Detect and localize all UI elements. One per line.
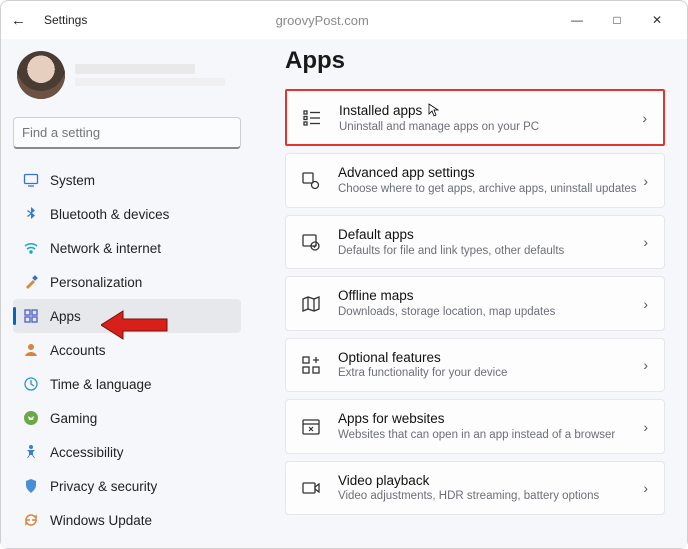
sidebar-item-personalization[interactable]: Personalization [13, 265, 241, 299]
sidebar-item-gaming[interactable]: Gaming [13, 401, 241, 435]
list-icon [301, 107, 323, 129]
sidebar-item-bluetooth[interactable]: Bluetooth & devices [13, 197, 241, 231]
card-title: Installed apps [339, 101, 640, 120]
sidebar-item-windows-update[interactable]: Windows Update [13, 503, 241, 537]
chevron-right-icon: › [641, 296, 650, 312]
card-advanced-app-settings[interactable]: Advanced app settings Choose where to ge… [285, 153, 665, 207]
card-installed-apps[interactable]: Installed apps Uninstall and manage apps… [285, 89, 665, 146]
window-title: Settings [44, 13, 87, 27]
close-button[interactable]: ✕ [637, 5, 677, 35]
minimize-button[interactable]: — [557, 5, 597, 35]
sidebar-item-apps[interactable]: Apps [13, 299, 241, 333]
chevron-right-icon: › [641, 419, 650, 435]
person-icon [23, 342, 39, 358]
maximize-button[interactable]: □ [597, 5, 637, 35]
card-optional-features[interactable]: Optional features Extra functionality fo… [285, 338, 665, 392]
sidebar-item-label: System [50, 173, 95, 188]
card-video-playback[interactable]: Video playback Video adjustments, HDR st… [285, 461, 665, 515]
card-title: Advanced app settings [338, 164, 641, 182]
card-desc: Defaults for file and link types, other … [338, 244, 641, 259]
app-gear-icon [300, 170, 322, 192]
back-button[interactable]: ← [11, 12, 26, 29]
card-title: Default apps [338, 226, 641, 244]
sidebar-item-privacy-security[interactable]: Privacy & security [13, 469, 241, 503]
user-name-redacted [75, 64, 195, 74]
card-apps-for-websites[interactable]: Apps for websites Websites that can open… [285, 399, 665, 453]
sidebar-item-label: Network & internet [50, 241, 161, 256]
bluetooth-icon [23, 206, 39, 222]
default-apps-icon [300, 231, 322, 253]
apps-icon [23, 308, 39, 324]
search-box[interactable] [13, 117, 241, 149]
chevron-right-icon: › [641, 357, 650, 373]
sidebar-item-label: Privacy & security [50, 479, 157, 494]
accessibility-icon [23, 444, 39, 460]
sidebar-item-network[interactable]: Network & internet [13, 231, 241, 265]
card-desc: Extra functionality for your device [338, 366, 641, 381]
card-default-apps[interactable]: Default apps Defaults for file and link … [285, 215, 665, 269]
map-icon [300, 293, 322, 315]
card-desc: Downloads, storage location, map updates [338, 305, 641, 320]
sidebar-item-accessibility[interactable]: Accessibility [13, 435, 241, 469]
sidebar-item-label: Accounts [50, 343, 106, 358]
user-profile[interactable] [13, 47, 241, 111]
sidebar-item-accounts[interactable]: Accounts [13, 333, 241, 367]
chevron-right-icon: › [641, 234, 650, 250]
sidebar-item-label: Personalization [50, 275, 142, 290]
chevron-right-icon: › [641, 480, 650, 496]
wifi-icon [23, 240, 39, 256]
card-desc: Video adjustments, HDR streaming, batter… [338, 489, 641, 504]
sidebar-item-time-language[interactable]: Time & language [13, 367, 241, 401]
card-title: Offline maps [338, 287, 641, 305]
sidebar-item-label: Gaming [50, 411, 97, 426]
sidebar-item-label: Apps [50, 309, 81, 324]
card-title: Apps for websites [338, 410, 641, 428]
sidebar-item-system[interactable]: System [13, 163, 241, 197]
gaming-icon [23, 410, 39, 426]
sidebar: System Bluetooth & devices Network & int… [1, 39, 249, 548]
card-title: Video playback [338, 472, 641, 490]
chevron-right-icon: › [641, 173, 650, 189]
sidebar-item-label: Accessibility [50, 445, 124, 460]
sidebar-item-label: Bluetooth & devices [50, 207, 169, 222]
user-email-redacted [75, 78, 225, 86]
paintbrush-icon [23, 274, 39, 290]
update-icon [23, 512, 39, 528]
page-title: Apps [285, 47, 665, 75]
titlebar: ← Settings groovyPost.com — □ ✕ [1, 1, 687, 39]
sidebar-item-label: Time & language [50, 377, 152, 392]
search-input[interactable] [22, 125, 232, 140]
card-desc: Choose where to get apps, archive apps, … [338, 182, 641, 197]
watermark: groovyPost.com [87, 13, 557, 28]
card-offline-maps[interactable]: Offline maps Downloads, storage location… [285, 276, 665, 330]
sidebar-item-label: Windows Update [50, 513, 152, 528]
system-icon [23, 172, 39, 188]
plus-grid-icon [300, 354, 322, 376]
card-desc: Uninstall and manage apps on your PC [339, 120, 640, 135]
video-icon [300, 477, 322, 499]
card-title: Optional features [338, 349, 641, 367]
clock-globe-icon [23, 376, 39, 392]
main-panel: Apps Installed apps Uninstall and manage… [249, 39, 687, 548]
avatar [17, 51, 65, 99]
shield-icon [23, 478, 39, 494]
chevron-right-icon: › [640, 110, 649, 126]
mouse-cursor-icon [428, 103, 440, 122]
card-desc: Websites that can open in an app instead… [338, 428, 641, 443]
link-app-icon [300, 416, 322, 438]
